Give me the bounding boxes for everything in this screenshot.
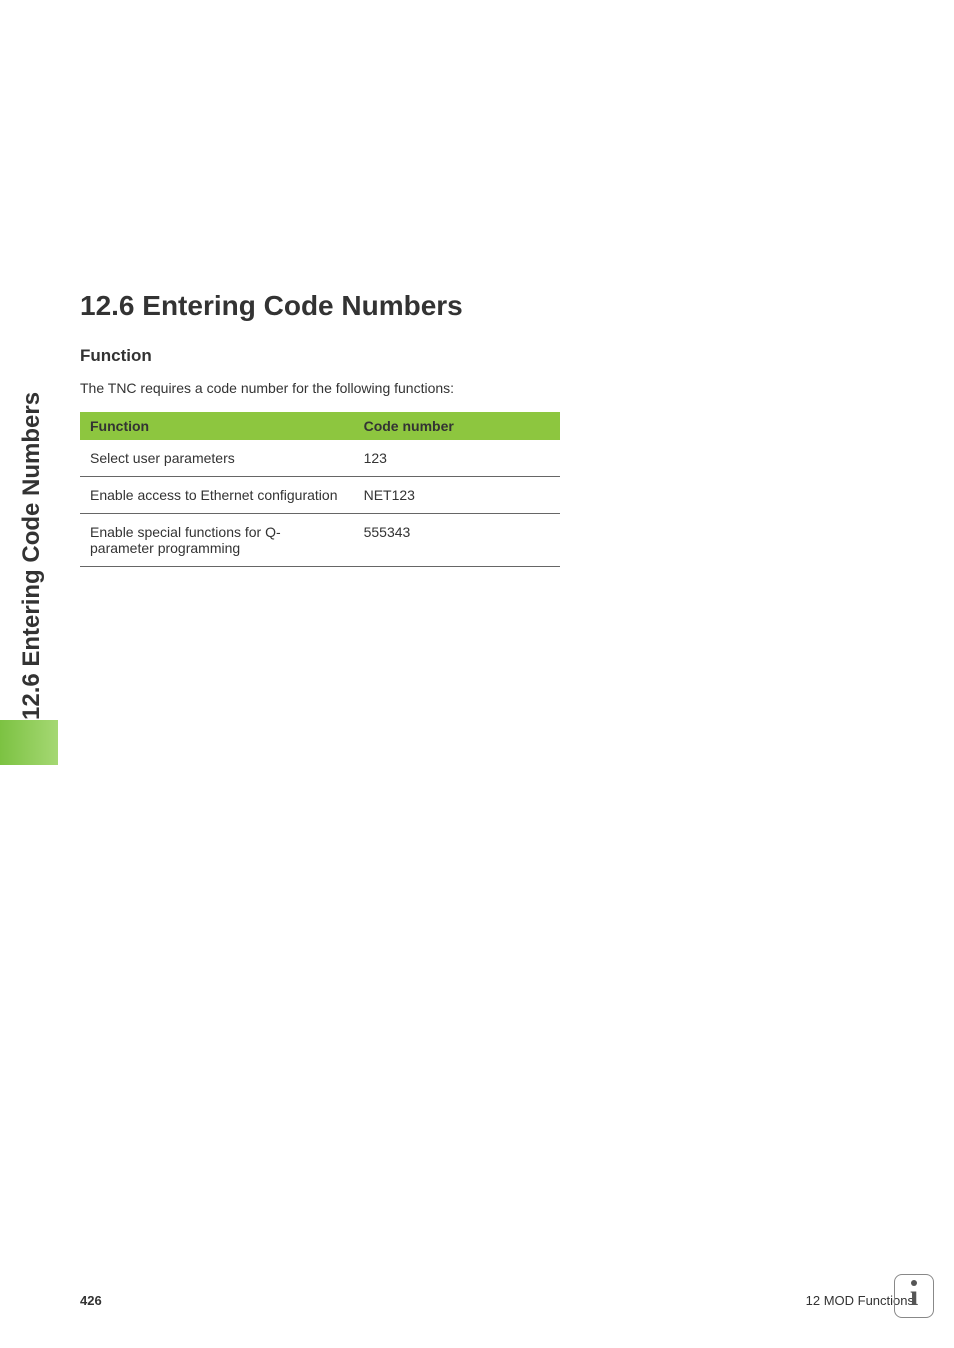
page-footer: 426 12 MOD Functions xyxy=(80,1293,914,1308)
page-number: 426 xyxy=(80,1293,102,1308)
code-number-table: Function Code number Select user paramet… xyxy=(80,412,560,567)
main-content: 12.6 Entering Code Numbers Function The … xyxy=(80,290,880,567)
table-row: Enable access to Ethernet configuration … xyxy=(80,477,560,514)
cell-code: 555343 xyxy=(354,514,560,567)
table-row: Select user parameters 123 xyxy=(80,440,560,477)
info-icon-dot xyxy=(911,1280,917,1286)
section-title: 12.6 Entering Code Numbers xyxy=(80,290,880,322)
cell-function: Select user parameters xyxy=(80,440,354,477)
cell-code: NET123 xyxy=(354,477,560,514)
header-code: Code number xyxy=(354,412,560,440)
cell-function: Enable access to Ethernet configuration xyxy=(80,477,354,514)
table-header-row: Function Code number xyxy=(80,412,560,440)
cell-code: 123 xyxy=(354,440,560,477)
cell-function: Enable special functions for Q-parameter… xyxy=(80,514,354,567)
side-tab-heading: 12.6 Entering Code Numbers xyxy=(18,392,46,720)
intro-text: The TNC requires a code number for the f… xyxy=(80,380,880,396)
header-function: Function xyxy=(80,412,354,440)
info-icon: ı xyxy=(894,1274,934,1318)
subsection-title: Function xyxy=(80,346,880,366)
side-tab-marker xyxy=(0,720,58,765)
table-row: Enable special functions for Q-parameter… xyxy=(80,514,560,567)
